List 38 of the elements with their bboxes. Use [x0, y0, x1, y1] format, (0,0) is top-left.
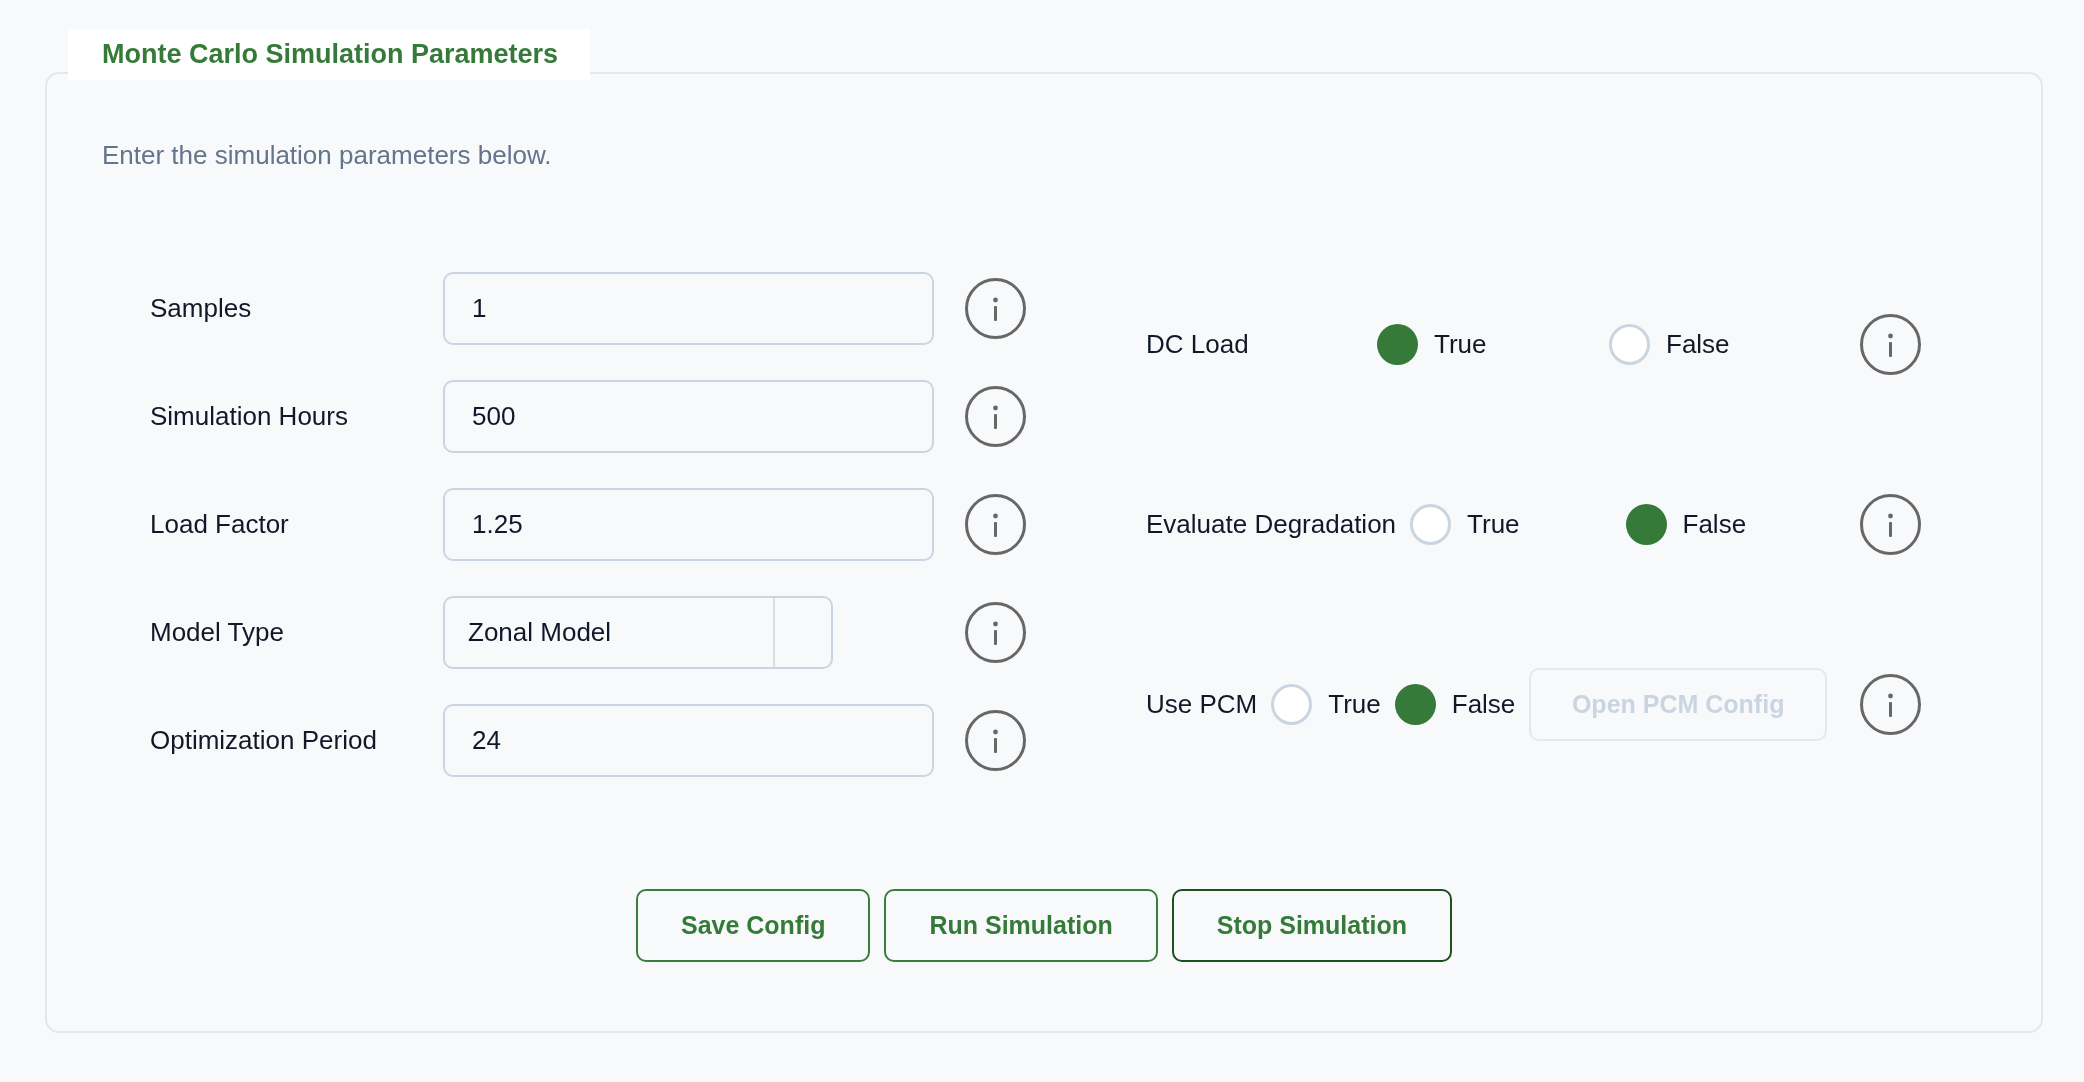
radio-label: True: [1434, 328, 1487, 360]
field-label: Model Type: [150, 616, 285, 648]
dropdown[interactable]: Zonal Model: [443, 595, 833, 669]
info-icon[interactable]: [965, 277, 1026, 339]
radio-label: True: [1467, 508, 1520, 540]
toggle-label: Use PCM: [1146, 688, 1258, 720]
radio-button[interactable]: [1625, 503, 1667, 545]
info-icon[interactable]: [965, 709, 1026, 771]
radio-button[interactable]: [1609, 323, 1650, 365]
action-button[interactable]: Run Simulation: [884, 889, 1158, 962]
field-label: Samples: [150, 292, 253, 324]
info-icon[interactable]: [965, 601, 1026, 663]
toggle-label: DC Load: [1146, 328, 1250, 360]
radio-button[interactable]: [1377, 323, 1418, 365]
radio-button[interactable]: [1394, 683, 1436, 725]
field-label: Load Factor: [150, 508, 290, 540]
section-title: Monte Carlo Simulation Parameters: [68, 29, 591, 80]
radio-label: True: [1328, 688, 1381, 720]
info-icon[interactable]: [965, 385, 1026, 447]
toggle-label: Evaluate Degradation: [1146, 508, 1397, 540]
text-input[interactable]: 24: [443, 703, 934, 777]
radio-button[interactable]: [1271, 683, 1313, 725]
info-icon[interactable]: [1860, 673, 1921, 735]
radio-label: False: [1666, 328, 1730, 360]
info-icon[interactable]: [1860, 493, 1921, 555]
info-icon[interactable]: [1860, 313, 1921, 375]
radio-label: False: [1451, 688, 1516, 720]
info-icon[interactable]: [965, 493, 1026, 555]
action-button[interactable]: Save Config: [635, 889, 871, 962]
field-label: Optimization Period: [150, 724, 378, 756]
description-text: Enter the simulation parameters below.: [102, 140, 553, 170]
text-input[interactable]: 1: [443, 271, 934, 345]
radio-label: False: [1682, 508, 1747, 540]
text-input[interactable]: 1.25: [443, 487, 934, 561]
action-button[interactable]: Stop Simulation: [1171, 889, 1453, 962]
radio-button[interactable]: [1410, 503, 1452, 545]
field-label: Simulation Hours: [150, 400, 349, 432]
text-input[interactable]: 500: [443, 379, 934, 453]
